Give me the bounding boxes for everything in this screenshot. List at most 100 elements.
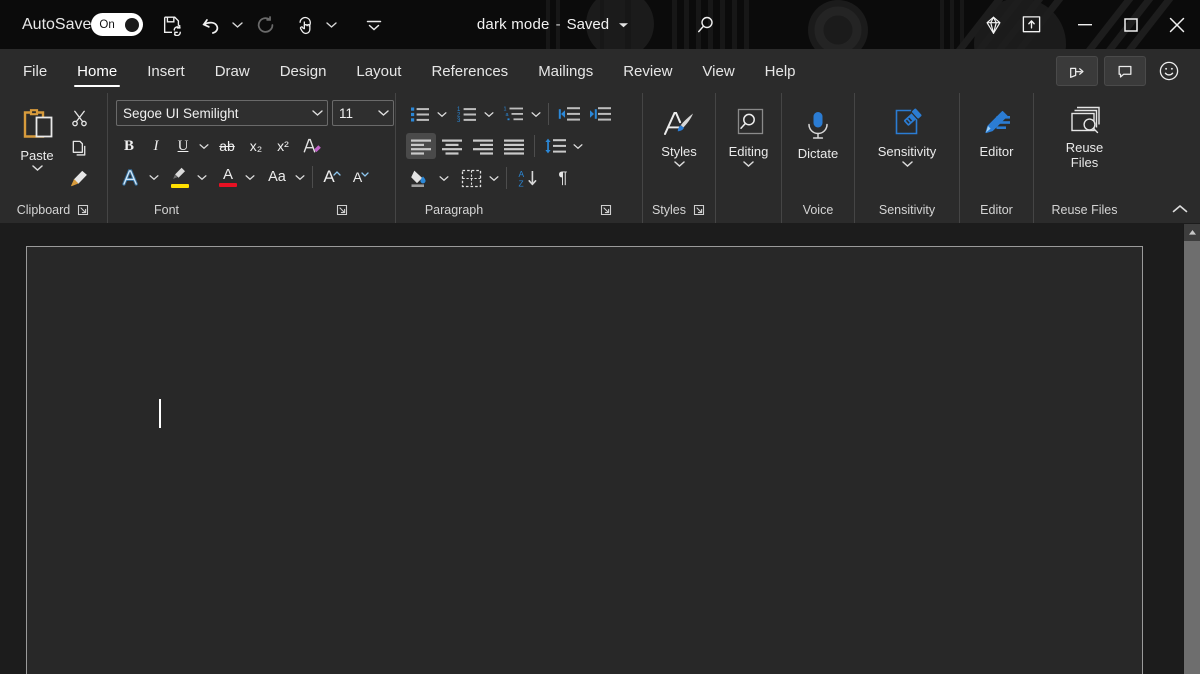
diamond-button[interactable] [976, 8, 1010, 42]
presence-share-button[interactable] [1014, 8, 1048, 42]
align-right-button[interactable] [468, 133, 498, 159]
bullets-button[interactable] [406, 101, 434, 127]
sort-az-icon: A Z [518, 169, 536, 188]
tab-layout[interactable]: Layout [341, 49, 416, 93]
clipboard-dialog-launcher[interactable] [76, 203, 90, 217]
sort-button[interactable]: A Z [512, 165, 542, 191]
tab-help[interactable]: Help [750, 49, 811, 93]
align-left-button[interactable] [406, 133, 436, 159]
tab-insert[interactable]: Insert [132, 49, 200, 93]
editing-button[interactable]: Editing [723, 103, 775, 170]
font-name-combobox[interactable]: Segoe UI Semilight [116, 100, 328, 126]
shrink-font-button[interactable]: A [347, 164, 375, 190]
save-button[interactable] [155, 8, 189, 42]
font-color-button[interactable]: A [214, 164, 242, 190]
clear-formatting-button[interactable] [297, 133, 325, 159]
multilevel-list-dropdown[interactable] [529, 101, 543, 127]
increase-indent-button[interactable] [585, 101, 615, 127]
styles-dropdown[interactable] [673, 160, 685, 168]
tab-references[interactable]: References [416, 49, 523, 93]
tab-view[interactable]: View [687, 49, 749, 93]
tab-file[interactable]: File [8, 49, 62, 93]
cut-button[interactable] [66, 105, 92, 131]
feedback-button[interactable] [1152, 55, 1186, 87]
paste-dropdown[interactable] [31, 164, 43, 172]
tab-draw[interactable]: Draw [200, 49, 265, 93]
dictate-button[interactable]: Dictate [792, 105, 844, 163]
share-button[interactable] [1056, 56, 1098, 86]
customize-quick-access-toolbar-button[interactable] [357, 8, 391, 42]
borders-button[interactable] [456, 165, 486, 191]
shading-dropdown[interactable] [437, 165, 451, 191]
reuse-files-button[interactable]: Reuse Files [1059, 101, 1111, 172]
search-button[interactable] [689, 8, 723, 42]
paste-button[interactable]: Paste [8, 99, 66, 174]
shading-button[interactable] [406, 165, 436, 191]
editing-dropdown[interactable] [743, 160, 754, 168]
font-dialog-launcher[interactable] [335, 203, 349, 217]
document-canvas[interactable] [0, 224, 1183, 674]
maximize-button[interactable] [1108, 0, 1154, 49]
line-spacing-dropdown[interactable] [571, 133, 585, 159]
vertical-scrollbar[interactable] [1183, 224, 1200, 674]
numbering-button[interactable]: 1 2 3 [453, 101, 481, 127]
redo-button[interactable] [249, 8, 283, 42]
close-button[interactable] [1154, 0, 1200, 49]
autosave-toggle[interactable]: On [91, 13, 144, 36]
show-formatting-marks-button[interactable]: ¶ [548, 165, 578, 191]
borders-dropdown[interactable] [487, 165, 501, 191]
tab-home[interactable]: Home [62, 49, 132, 93]
bullet-list-icon [411, 107, 429, 122]
strikethrough-button[interactable]: ab [212, 133, 242, 159]
italic-button[interactable]: I [143, 133, 169, 159]
paragraph-dialog-launcher[interactable] [599, 203, 613, 217]
font-color-dropdown[interactable] [243, 164, 257, 190]
change-case-dropdown[interactable] [293, 164, 307, 190]
bold-button[interactable]: B [116, 133, 142, 159]
tab-design[interactable]: Design [265, 49, 342, 93]
line-spacing-button[interactable] [540, 133, 570, 159]
save-status[interactable]: Saved [567, 16, 610, 33]
text-highlight-color-button[interactable] [166, 164, 194, 190]
editor-button[interactable]: Editor [971, 103, 1023, 161]
scrollbar-thumb[interactable] [1184, 241, 1200, 674]
document-page[interactable] [26, 246, 1143, 674]
collapse-ribbon-button[interactable] [1168, 199, 1192, 219]
comments-button[interactable] [1104, 56, 1146, 86]
undo-dropdown[interactable] [229, 10, 245, 40]
styles-dialog-launcher[interactable] [692, 203, 706, 217]
tab-mailings[interactable]: Mailings [523, 49, 608, 93]
underline-button[interactable]: U [170, 133, 196, 159]
format-painter-button[interactable] [66, 165, 92, 191]
font-name-dropdown[interactable] [306, 109, 323, 117]
copy-button[interactable] [66, 135, 92, 161]
scroll-up-button[interactable] [1184, 224, 1200, 241]
touch-mode-button[interactable] [289, 8, 323, 42]
touch-mode-dropdown[interactable] [323, 10, 339, 40]
superscript-button[interactable]: x² [270, 133, 296, 159]
numbering-dropdown[interactable] [482, 101, 496, 127]
bullets-dropdown[interactable] [435, 101, 449, 127]
multilevel-list-button[interactable]: 1 a [500, 101, 528, 127]
sensitivity-dropdown[interactable] [901, 160, 913, 168]
underline-dropdown[interactable] [197, 133, 211, 159]
undo-button[interactable] [195, 8, 229, 42]
tab-review[interactable]: Review [608, 49, 687, 93]
text-highlight-dropdown[interactable] [195, 164, 209, 190]
grow-font-button[interactable]: A [318, 164, 346, 190]
change-case-button[interactable]: Aa [262, 164, 292, 190]
minimize-button[interactable] [1062, 0, 1108, 49]
styles-button[interactable]: Styles [653, 103, 705, 170]
font-size-dropdown[interactable] [372, 109, 389, 117]
text-effects-dropdown[interactable] [147, 164, 161, 190]
align-center-button[interactable] [437, 133, 467, 159]
decrease-indent-button[interactable] [554, 101, 584, 127]
subscript-button[interactable]: x₂ [243, 133, 269, 159]
font-size-combobox[interactable]: 11 [332, 100, 394, 126]
justify-button[interactable] [499, 133, 529, 159]
text-effects-button[interactable] [116, 164, 146, 190]
title-dropdown-button[interactable] [618, 21, 629, 29]
borders-icon [461, 169, 481, 187]
sensitivity-button[interactable]: Sensitivity [872, 103, 943, 170]
grow-font-label: A [323, 167, 335, 186]
